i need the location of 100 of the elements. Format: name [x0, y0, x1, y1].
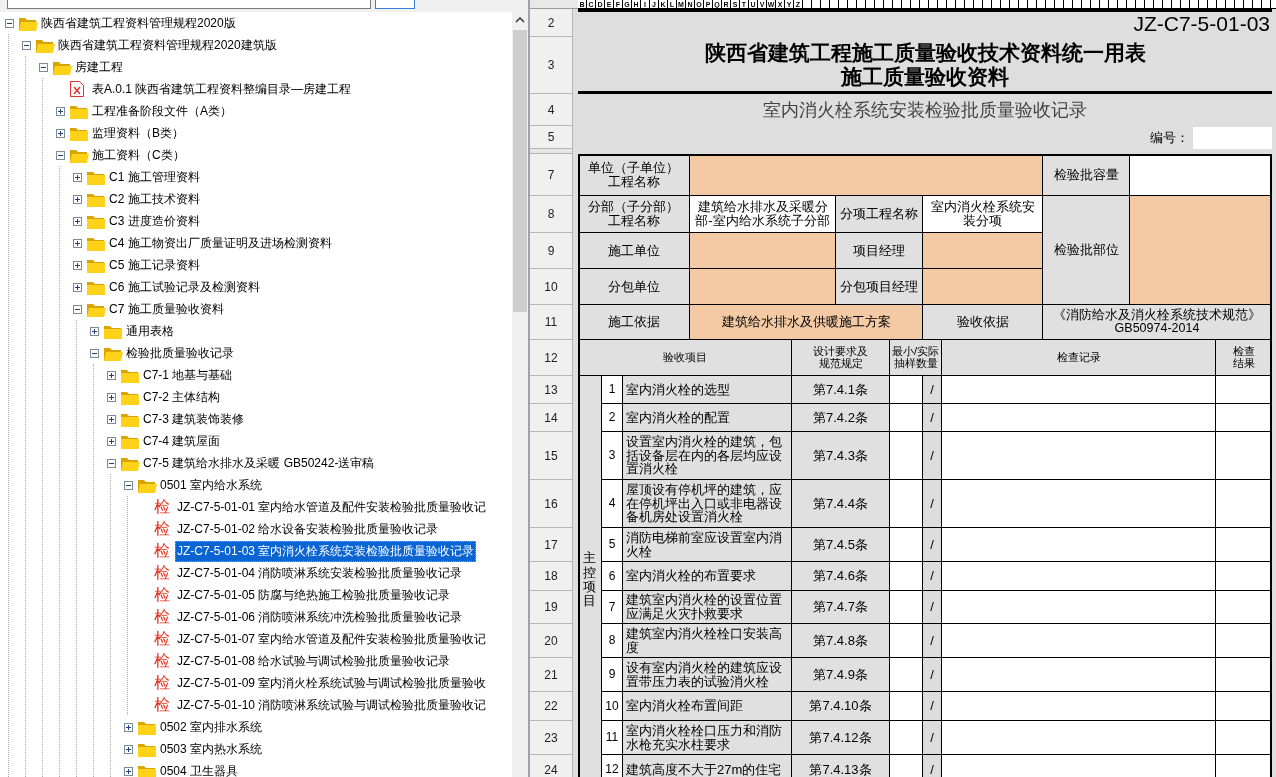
- row-header[interactable]: 23: [530, 721, 573, 755]
- tree-item[interactable]: 通用表格: [124, 320, 176, 342]
- expand-icon[interactable]: [123, 744, 133, 754]
- input-cell[interactable]: [890, 658, 923, 692]
- input-cell[interactable]: [1216, 528, 1272, 562]
- row-header[interactable]: 9: [530, 233, 573, 269]
- input-cell[interactable]: [1216, 432, 1272, 480]
- tree-item[interactable]: JZ-C7-5-01-10 消防喷淋系统试验与调试检验批质量验收记: [175, 694, 489, 716]
- input-cell[interactable]: [690, 154, 1043, 196]
- tree-item[interactable]: C5 施工记录资料: [107, 254, 202, 276]
- row-header[interactable]: 5: [530, 126, 573, 149]
- row-header[interactable]: 10: [530, 269, 573, 305]
- collapse-icon[interactable]: [72, 304, 82, 314]
- tree-item[interactable]: 0504 卫生器具: [158, 760, 241, 777]
- input-cell[interactable]: [1216, 755, 1272, 777]
- row-header[interactable]: 4: [530, 94, 573, 126]
- collapse-icon[interactable]: [89, 348, 99, 358]
- tree-item[interactable]: JZ-C7-5-01-07 室内给水管道及配件安装检验批质量验收记: [175, 628, 489, 650]
- tree-item[interactable]: C7-2 主体结构: [141, 386, 223, 408]
- input-cell[interactable]: [1216, 404, 1272, 432]
- row-header[interactable]: 11: [530, 305, 573, 340]
- tree-item[interactable]: 陕西省建筑工程资料管理规程2020版: [39, 12, 238, 34]
- tree-item[interactable]: 表A.0.1 陕西省建筑工程资料整编目录—房建工程: [90, 78, 354, 100]
- tree-item[interactable]: JZ-C7-5-01-03 室内消火栓系统安装检验批质量验收记录: [175, 540, 477, 562]
- expand-icon[interactable]: [106, 392, 116, 402]
- scroll-thumb[interactable]: [513, 30, 527, 312]
- expand-icon[interactable]: [106, 436, 116, 446]
- tree-item[interactable]: JZ-C7-5-01-04 消防喷淋系统安装检验批质量验收记录: [175, 562, 465, 584]
- tree-item[interactable]: JZ-C7-5-01-05 防腐与绝热施工检验批质量验收记录: [175, 584, 453, 606]
- collapse-icon[interactable]: [123, 480, 133, 490]
- row-header[interactable]: 7: [530, 154, 573, 196]
- tree-item[interactable]: C2 施工技术资料: [107, 188, 202, 210]
- row-header[interactable]: 21: [530, 658, 573, 692]
- input-cell[interactable]: [1216, 692, 1272, 721]
- input-cell[interactable]: [942, 721, 1216, 755]
- input-cell[interactable]: [1216, 562, 1272, 591]
- expand-icon[interactable]: [72, 238, 82, 248]
- tree-item[interactable]: C3 进度造价资料: [107, 210, 202, 232]
- collapse-icon[interactable]: [55, 150, 65, 160]
- input-cell[interactable]: [690, 269, 836, 305]
- tree-item[interactable]: JZ-C7-5-01-09 室内消火栓系统试验与调试检验批质量验收: [175, 672, 489, 694]
- expand-icon[interactable]: [72, 194, 82, 204]
- tree-item[interactable]: 检验批质量验收记录: [124, 342, 236, 364]
- expand-icon[interactable]: [72, 216, 82, 226]
- search-field[interactable]: [7, 0, 371, 9]
- input-cell[interactable]: [890, 528, 923, 562]
- tree-item[interactable]: C7-3 建筑装饰装修: [141, 408, 247, 430]
- tree-item[interactable]: 0501 室内给水系统: [158, 474, 265, 496]
- tree-item[interactable]: 0503 室内热水系统: [158, 738, 265, 760]
- input-cell[interactable]: [890, 721, 923, 755]
- input-cell[interactable]: [1216, 624, 1272, 658]
- input-cell[interactable]: [942, 404, 1216, 432]
- input-cell[interactable]: [890, 562, 923, 591]
- tree-item[interactable]: 0502 室内排水系统: [158, 716, 265, 738]
- row-header[interactable]: 24: [530, 755, 573, 777]
- input-cell[interactable]: [890, 692, 923, 721]
- row-header[interactable]: 12: [530, 340, 573, 376]
- input-cell[interactable]: [942, 376, 1216, 404]
- input-cell[interactable]: [890, 376, 923, 404]
- tree-item[interactable]: C7-4 建筑屋面: [141, 430, 223, 452]
- input-cell[interactable]: [942, 755, 1216, 777]
- tree-item[interactable]: JZ-C7-5-01-08 给水试验与调试检验批质量验收记录: [175, 650, 453, 672]
- input-cell[interactable]: [890, 432, 923, 480]
- expand-icon[interactable]: [72, 282, 82, 292]
- input-cell[interactable]: [942, 624, 1216, 658]
- input-cell[interactable]: [1216, 480, 1272, 528]
- row-header[interactable]: 13: [530, 376, 573, 404]
- number-field[interactable]: [1193, 126, 1272, 149]
- row-header[interactable]: 17: [530, 528, 573, 562]
- collapse-icon[interactable]: [21, 40, 31, 50]
- tree-item[interactable]: C7-5 建筑给水排水及采暖 GB50242-送审稿: [141, 452, 377, 474]
- input-cell[interactable]: [890, 480, 923, 528]
- tree-item[interactable]: JZ-C7-5-01-02 给水设备安装检验批质量验收记录: [175, 518, 441, 540]
- row-header[interactable]: 16: [530, 480, 573, 528]
- search-button[interactable]: [375, 0, 415, 9]
- collapse-icon[interactable]: [38, 62, 48, 72]
- row-header[interactable]: 20: [530, 624, 573, 658]
- tree-item[interactable]: C7-1 地基与基础: [141, 364, 235, 386]
- row-header[interactable]: 15: [530, 432, 573, 480]
- input-cell[interactable]: [942, 432, 1216, 480]
- scrollbar[interactable]: [512, 12, 528, 777]
- input-cell[interactable]: [942, 591, 1216, 624]
- collapse-icon[interactable]: [106, 458, 116, 468]
- row-header[interactable]: 18: [530, 562, 573, 591]
- input-cell[interactable]: [942, 692, 1216, 721]
- expand-icon[interactable]: [123, 722, 133, 732]
- collapse-icon[interactable]: [4, 18, 14, 28]
- expand-icon[interactable]: [55, 106, 65, 116]
- input-cell[interactable]: [923, 269, 1043, 305]
- expand-icon[interactable]: [72, 172, 82, 182]
- tree-item[interactable]: C7 施工质量验收资料: [107, 298, 226, 320]
- row-header[interactable]: 14: [530, 404, 573, 432]
- input-cell[interactable]: [1130, 154, 1272, 196]
- input-cell[interactable]: [1216, 591, 1272, 624]
- expand-icon[interactable]: [123, 766, 133, 776]
- tree-item[interactable]: 施工资料（C类）: [90, 144, 187, 166]
- expand-icon[interactable]: [72, 260, 82, 270]
- input-cell[interactable]: [890, 404, 923, 432]
- row-header[interactable]: 8: [530, 196, 573, 233]
- tree-item[interactable]: 房建工程: [73, 56, 125, 78]
